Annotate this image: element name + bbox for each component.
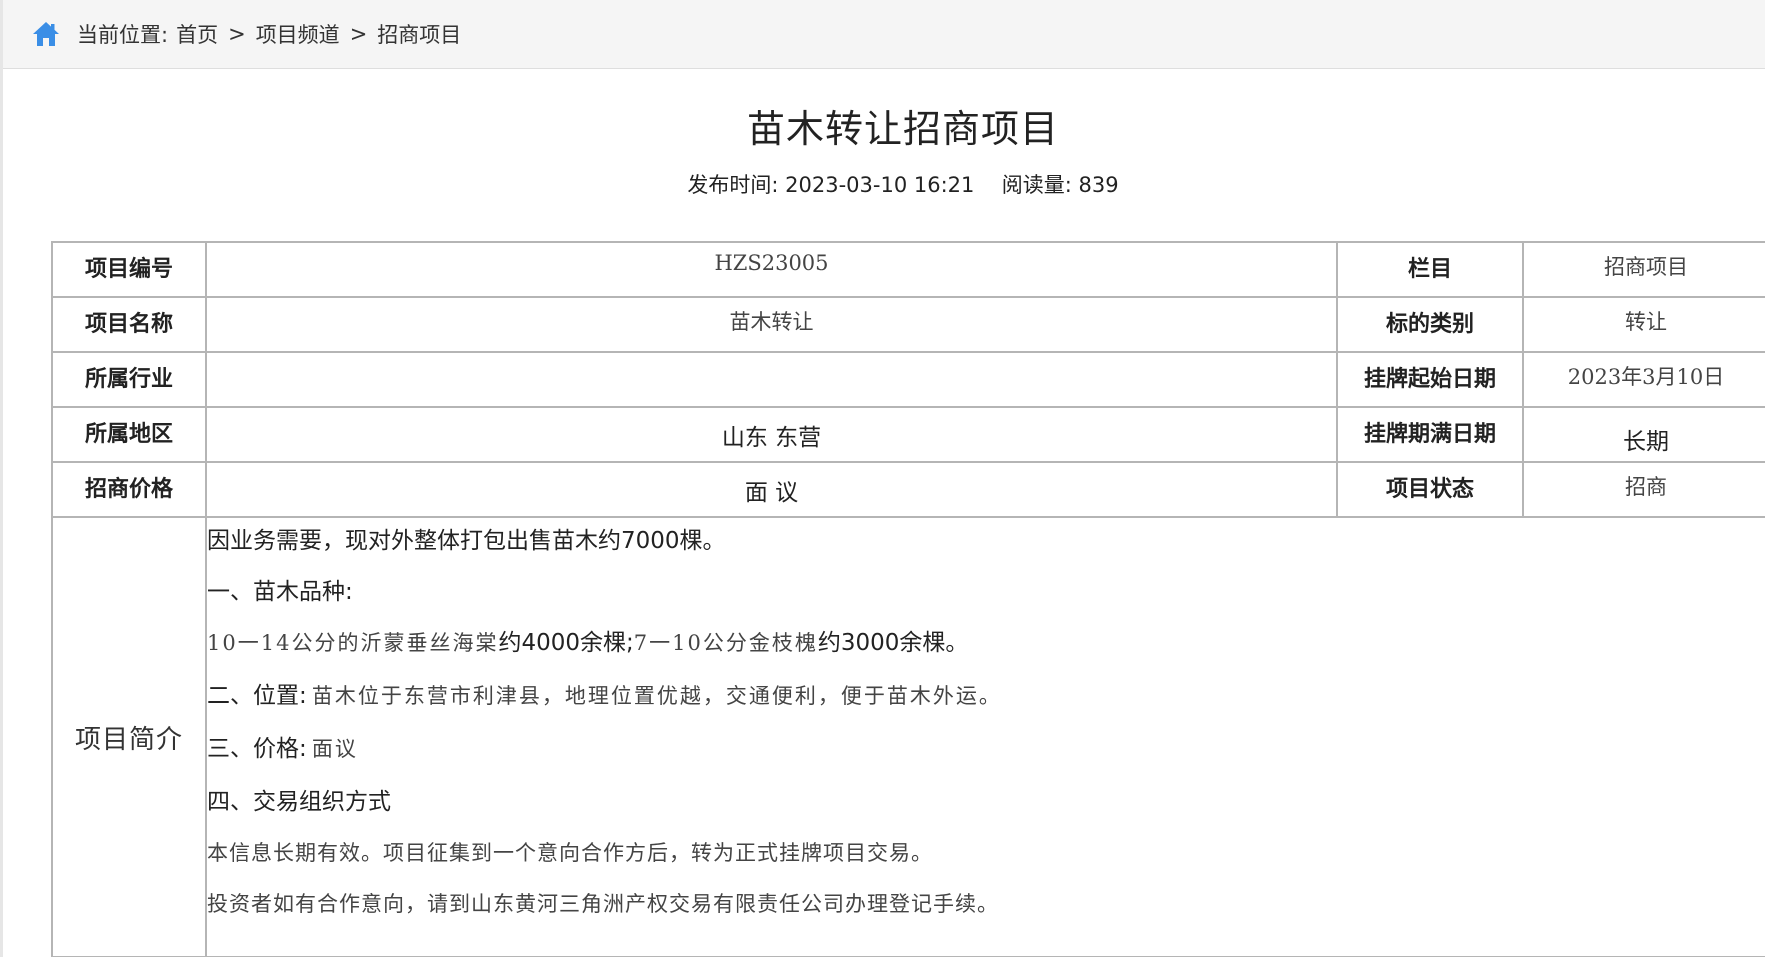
status-label: 项目状态 — [1338, 463, 1524, 518]
region-label: 所属地区 — [53, 408, 207, 463]
listing-end-value: 长期 — [1524, 408, 1765, 463]
breadcrumb-current[interactable]: 招商项目 — [377, 19, 461, 49]
breadcrumb-separator: > — [349, 22, 368, 46]
publish-time: 2023-03-10 16:21 — [785, 173, 975, 197]
region-value: 山东 东营 — [207, 408, 1338, 463]
intro-paragraph: 本信息长期有效。项目征集到一个意向合作方后，转为正式挂牌项目交易。 — [207, 841, 933, 865]
intro-text: 约4000余棵; — [498, 630, 634, 656]
table-row: 项目名称 苗木转让 标的类别 转让 — [53, 298, 1765, 353]
listing-start-value: 2023年3月10日 — [1524, 353, 1765, 408]
industry-value — [207, 353, 1338, 408]
price-label: 招商价格 — [53, 463, 207, 518]
intro-text: 苗木位于东营市利津县，地理位置优越，交通便利，便于苗木外运。 — [311, 684, 1002, 708]
breadcrumb-home-link[interactable]: 首页 — [176, 19, 218, 49]
listing-start-label: 挂牌起始日期 — [1338, 353, 1524, 408]
intro-label: 项目简介 — [53, 518, 207, 957]
page: 当前位置: 首页 > 项目频道 > 招商项目 苗木转让招商项目 发布时间: 20… — [0, 0, 1765, 957]
project-info-table: 项目编号 HZS23005 栏目 招商项目 项目名称 苗木转让 标的类别 转让 … — [51, 241, 1765, 957]
industry-label: 所属行业 — [53, 353, 207, 408]
home-icon[interactable] — [31, 19, 61, 49]
table-row: 项目编号 HZS23005 栏目 招商项目 — [53, 243, 1765, 298]
article-meta: 发布时间: 2023-03-10 16:21 阅读量: 839 — [3, 169, 1765, 199]
intro-text: 约3000余棵。 — [817, 630, 969, 656]
intro-text: 面议 — [311, 737, 358, 761]
intro-paragraph: 投资者如有合作意向，请到山东黄河三角洲产权交易有限责任公司办理登记手续。 — [207, 892, 999, 916]
table-row: 所属地区 山东 东营 挂牌期满日期 长期 — [53, 408, 1765, 463]
project-name-label: 项目名称 — [53, 298, 207, 353]
table-row: 招商价格 面 议 项目状态 招商 — [53, 463, 1765, 518]
subject-type-label: 标的类别 — [1338, 298, 1524, 353]
status-value: 招商 — [1524, 463, 1765, 518]
breadcrumb-prefix: 当前位置: — [77, 23, 169, 47]
table-row: 所属行业 挂牌起始日期 2023年3月10日 — [53, 353, 1765, 408]
column-value: 招商项目 — [1524, 243, 1765, 298]
publish-label: 发布时间: — [687, 173, 779, 197]
intro-content: 因业务需要，现对外整体打包出售苗木约7000棵。 一、苗木品种: 10一14公分… — [207, 518, 1765, 957]
read-count-label: 阅读量: — [1001, 173, 1072, 197]
read-count: 839 — [1078, 173, 1119, 197]
breadcrumb-separator: > — [228, 22, 246, 46]
project-name-value: 苗木转让 — [207, 298, 1338, 353]
intro-paragraph: 二、位置: 苗木位于东营市利津县，地理位置优越，交通便利，便于苗木外运。 — [207, 683, 1765, 711]
intro-heading: 三、价格: — [207, 736, 307, 762]
project-no-label: 项目编号 — [53, 243, 207, 298]
intro-text: 7一10公分金枝槐 — [633, 631, 818, 655]
breadcrumb-bar: 当前位置: 首页 > 项目频道 > 招商项目 — [3, 0, 1765, 69]
intro-paragraph: 因业务需要，现对外整体打包出售苗木约7000棵。 — [207, 528, 726, 554]
intro-paragraph: 一、苗木品种: — [207, 579, 353, 605]
intro-heading: 二、位置: — [207, 683, 307, 709]
table-row: 项目简介 因业务需要，现对外整体打包出售苗木约7000棵。 一、苗木品种: 10… — [53, 518, 1765, 957]
listing-end-label: 挂牌期满日期 — [1338, 408, 1524, 463]
column-label: 栏目 — [1338, 243, 1524, 298]
intro-paragraph: 10一14公分的沂蒙垂丝海棠约4000余棵;7一10公分金枝槐约3000余棵。 — [207, 630, 1765, 658]
breadcrumb-project-channel-link[interactable]: 项目频道 — [256, 19, 340, 49]
subject-type-value: 转让 — [1524, 298, 1765, 353]
project-no-value: HZS23005 — [207, 243, 1338, 298]
intro-paragraph: 四、交易组织方式 — [207, 789, 391, 815]
intro-paragraph: 三、价格: 面议 — [207, 736, 1765, 764]
article-title: 苗木转让招商项目 — [746, 107, 1059, 151]
intro-text: 10一14公分的沂蒙垂丝海棠 — [207, 631, 499, 655]
price-value: 面 议 — [207, 463, 1338, 518]
